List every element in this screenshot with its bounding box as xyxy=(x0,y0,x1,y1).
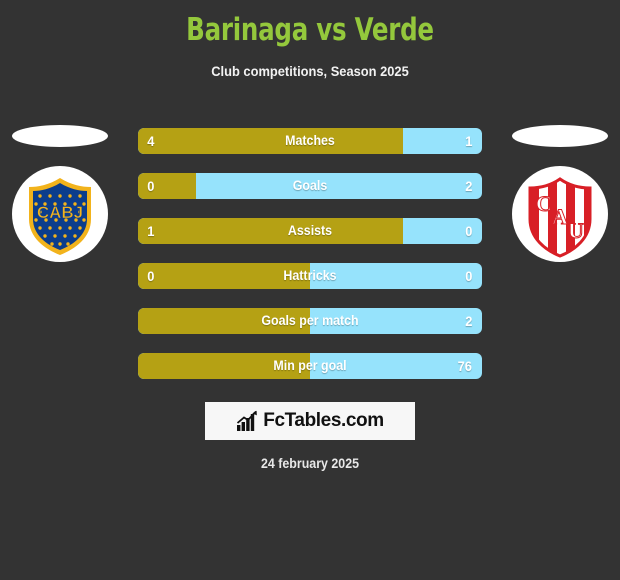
stat-row-assists: 1 Assists 0 xyxy=(138,218,482,244)
home-value: 0 xyxy=(147,268,155,284)
match-comparison-card: Barinaga vs Verde Club competitions, Sea… xyxy=(0,0,620,580)
union-santa-fe-cau-crest: C A U xyxy=(512,166,608,262)
away-value: 76 xyxy=(458,358,473,374)
away-value: 2 xyxy=(465,313,473,329)
home-fill xyxy=(138,308,310,334)
away-team-crest-slot: C A U xyxy=(512,120,608,280)
home-team-crest-slot: CABJ xyxy=(12,120,108,280)
away-value: 0 xyxy=(465,223,473,239)
svg-text:CABJ: CABJ xyxy=(37,203,83,222)
brand-name: FcTables.com xyxy=(263,410,384,431)
away-value: 1 xyxy=(465,133,473,149)
fctables-brand-logo[interactable]: FcTables.com xyxy=(205,402,415,440)
stat-row-hattricks: 0 Hattricks 0 xyxy=(138,263,482,289)
stat-bars-list: 4 Matches 1 0 Goals 2 1 Assists 0 0 Hatt… xyxy=(138,128,482,398)
home-value: 1 xyxy=(147,223,155,239)
home-value: 0 xyxy=(147,178,155,194)
home-fill xyxy=(138,353,310,379)
bar-chart-arrow-icon xyxy=(237,410,258,431)
home-fill xyxy=(138,263,310,289)
boca-juniors-cabj-crest: CABJ xyxy=(12,166,108,262)
svg-text:A: A xyxy=(552,204,568,229)
page-title: Barinaga vs Verde xyxy=(186,12,434,48)
home-value: 4 xyxy=(147,133,155,149)
page-subtitle: Club competitions, Season 2025 xyxy=(211,63,409,79)
stat-row-goals: 0 Goals 2 xyxy=(138,173,482,199)
stat-row-matches: 4 Matches 1 xyxy=(138,128,482,154)
stat-row-min-per-goal: Min per goal 76 xyxy=(138,353,482,379)
away-value: 2 xyxy=(465,178,473,194)
svg-text:C: C xyxy=(536,191,552,216)
match-date: 24 february 2025 xyxy=(260,456,360,471)
home-fill xyxy=(138,128,403,154)
stat-row-goals-per-match: Goals per match 2 xyxy=(138,308,482,334)
crest-top-ellipse-decoration xyxy=(12,125,108,147)
svg-text:U: U xyxy=(568,218,584,243)
crest-top-ellipse-decoration xyxy=(512,125,608,147)
stat-label: Goals xyxy=(292,178,328,193)
home-fill xyxy=(138,218,403,244)
away-value: 0 xyxy=(465,268,473,284)
